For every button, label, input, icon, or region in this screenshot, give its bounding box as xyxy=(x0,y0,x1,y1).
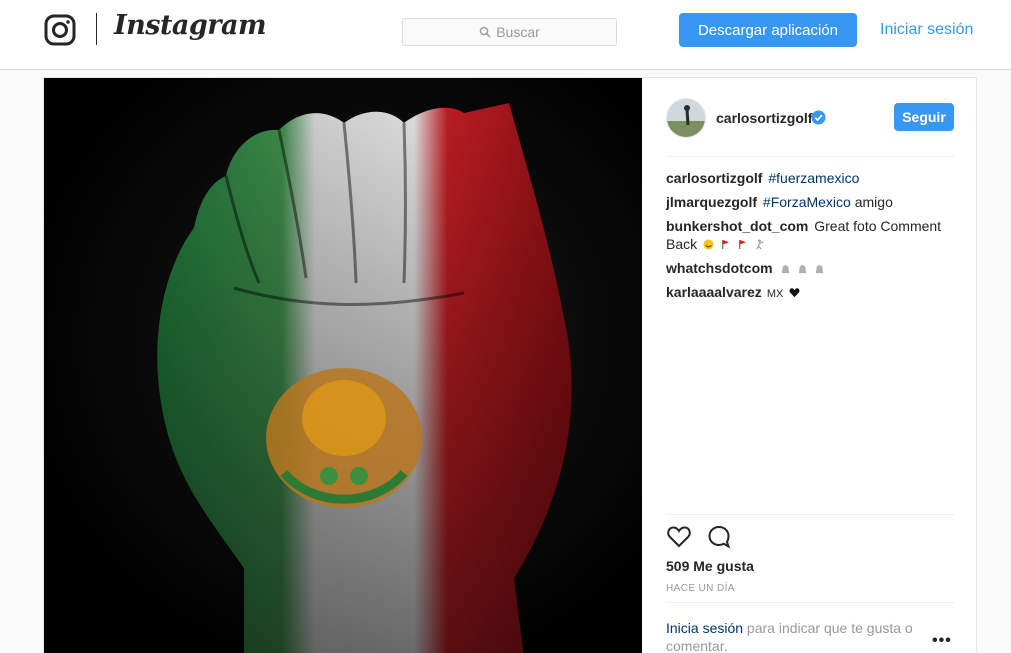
download-app-button[interactable]: Descargar aplicación xyxy=(679,13,857,47)
comment-item: bunkershot_dot_com Great foto Comment Ba… xyxy=(666,217,956,253)
search-placeholder: Buscar xyxy=(496,24,540,40)
mexican-flag-fist-image xyxy=(44,78,642,653)
login-link[interactable]: Iniciar sesión xyxy=(880,21,973,39)
verified-badge-icon xyxy=(811,110,826,125)
comments-list: carlosortizgolf #fuerzamexico jlmarquezg… xyxy=(666,169,956,309)
clapping-hands-icon xyxy=(816,264,824,274)
divider xyxy=(666,156,954,157)
divider xyxy=(666,514,954,515)
comment-item: karlaaaalvarez MX xyxy=(666,283,956,303)
comment-icon[interactable] xyxy=(706,524,732,550)
instagram-wordmark[interactable]: Instagram xyxy=(114,10,267,41)
post-header: carlosortizgolf Seguir xyxy=(666,98,954,158)
more-options-icon[interactable]: ••• xyxy=(932,632,952,650)
clapping-hands-icon xyxy=(782,264,790,274)
top-nav: Instagram Buscar Descargar aplicación In… xyxy=(0,0,1011,70)
comment-username[interactable]: carlosortizgolf xyxy=(666,170,762,186)
post-owner-username[interactable]: carlosortizgolf xyxy=(716,110,812,126)
comment-username[interactable]: bunkershot_dot_com xyxy=(666,218,808,234)
black-heart-icon xyxy=(789,288,800,298)
avatar[interactable] xyxy=(666,98,706,138)
comment-item: jlmarquezgolf #ForzaMexico amigo xyxy=(666,193,956,211)
golf-flag-icon xyxy=(722,239,730,250)
nav-divider xyxy=(96,13,97,45)
laughing-emoji-icon xyxy=(703,239,714,250)
login-prompt-link[interactable]: Inicia sesión xyxy=(666,620,743,636)
comment-username[interactable]: jlmarquezgolf xyxy=(666,194,757,210)
comment-username[interactable]: whatchsdotcom xyxy=(666,260,773,276)
comment-username[interactable]: karlaaaalvarez xyxy=(666,284,762,300)
heart-icon[interactable] xyxy=(666,524,692,550)
golf-flag-icon xyxy=(738,239,746,250)
post-timestamp: HACE UN DÍA xyxy=(666,583,735,594)
comment-text: MX xyxy=(763,288,784,300)
comment-text: amigo xyxy=(850,194,893,210)
comment-hashtag[interactable]: #fuerzamexico xyxy=(768,170,859,186)
search-icon xyxy=(479,26,491,38)
comment-item: carlosortizgolf #fuerzamexico xyxy=(666,169,956,187)
comment-item: whatchsdotcom xyxy=(666,259,956,277)
post-photo[interactable] xyxy=(44,78,642,653)
login-prompt: Inicia sesión para indicar que te gusta … xyxy=(666,619,936,653)
search-input[interactable]: Buscar xyxy=(402,18,617,46)
post-sidebar: carlosortizgolf Seguir carlosortizgolf #… xyxy=(642,78,978,653)
divider xyxy=(666,602,954,603)
instagram-glyph-icon[interactable] xyxy=(44,14,76,46)
follow-button[interactable]: Seguir xyxy=(894,103,954,131)
comment-hashtag[interactable]: #ForzaMexico xyxy=(763,194,851,210)
clapping-hands-icon xyxy=(799,264,807,274)
golfer-icon xyxy=(755,239,764,250)
likes-count[interactable]: 509 Me gusta xyxy=(666,558,754,574)
post-card: carlosortizgolf Seguir carlosortizgolf #… xyxy=(43,77,977,653)
